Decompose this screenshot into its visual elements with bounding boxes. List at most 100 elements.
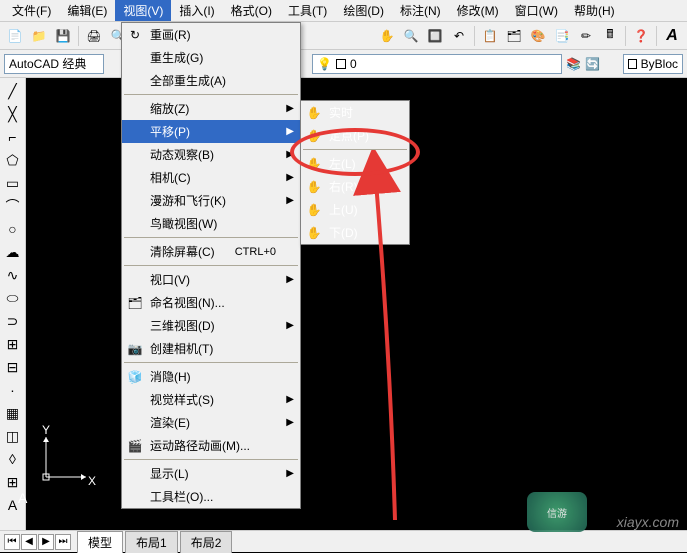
- menu-cleanscreen-label: 清除屏幕(C): [150, 243, 215, 260]
- region-tool[interactable]: ◊: [2, 448, 24, 470]
- pan-tool-button[interactable]: ✋: [376, 25, 398, 47]
- menu-view3d[interactable]: 三维视图(D) ▶: [122, 314, 300, 337]
- submenu-arrow-icon: ▶: [286, 149, 294, 160]
- zoom-window-button[interactable]: 🔲: [424, 25, 446, 47]
- menu-view[interactable]: 视图(V): [115, 0, 171, 21]
- menu-motion-path[interactable]: 🎬 运动路径动画(M)...: [122, 434, 300, 457]
- zoom-previous-button[interactable]: ↶: [448, 25, 470, 47]
- ellipse-arc-tool[interactable]: ⊃: [2, 310, 24, 332]
- hatch-tool[interactable]: ▦: [2, 402, 24, 424]
- motion-icon: 🎬: [126, 439, 144, 453]
- menu-zoom[interactable]: 缩放(Z) ▶: [122, 97, 300, 120]
- menu-birdview-label: 鸟瞰视图(W): [150, 215, 217, 232]
- menu-redraw[interactable]: ↻ 重画(R): [122, 23, 300, 46]
- arc-tool[interactable]: ⌒: [2, 195, 24, 217]
- menu-display-label: 显示(L): [150, 465, 189, 482]
- designcenter-button[interactable]: 🗂: [503, 25, 525, 47]
- menu-birdview[interactable]: 鸟瞰视图(W): [122, 212, 300, 235]
- layer-state-icon: 💡: [317, 57, 332, 71]
- menu-camera[interactable]: 相机(C) ▶: [122, 166, 300, 189]
- gradient-tool[interactable]: ◫: [2, 425, 24, 447]
- circle-tool[interactable]: ○: [2, 218, 24, 240]
- polygon-tool[interactable]: ⬠: [2, 149, 24, 171]
- xline-tool[interactable]: ╳: [2, 103, 24, 125]
- menu-file[interactable]: 文件(F): [4, 0, 59, 21]
- layer-manager-button[interactable]: 📚: [566, 57, 581, 71]
- properties-button[interactable]: 📋: [479, 25, 501, 47]
- open-button[interactable]: 📁: [28, 25, 50, 47]
- menu-redraw-label: 重画(R): [150, 26, 191, 43]
- menu-edit[interactable]: 编辑(E): [59, 0, 115, 21]
- tab-next-button[interactable]: ▶: [38, 534, 54, 550]
- submenu-pan-right[interactable]: ✋ 右(R): [301, 175, 409, 198]
- pan-right-label: 右(R): [329, 178, 358, 195]
- color-selector[interactable]: ByBloc: [623, 54, 683, 74]
- menu-orbit[interactable]: 动态观察(B) ▶: [122, 143, 300, 166]
- tab-last-button[interactable]: ⏭: [55, 534, 71, 550]
- menu-create-camera[interactable]: 📷 创建相机(T): [122, 337, 300, 360]
- tool-palettes-button[interactable]: 🎨: [527, 25, 549, 47]
- menu-format[interactable]: 格式(O): [223, 0, 280, 21]
- make-block-tool[interactable]: ⊟: [2, 356, 24, 378]
- menu-regen-all[interactable]: 全部重生成(A): [122, 69, 300, 92]
- menu-visual-styles[interactable]: 视觉样式(S) ▶: [122, 388, 300, 411]
- menu-cleanscreen[interactable]: 清除屏幕(C) CTRL+0: [122, 240, 300, 263]
- tab-model[interactable]: 模型: [77, 531, 123, 553]
- sheet-set-button[interactable]: 📑: [551, 25, 573, 47]
- tab-first-button[interactable]: ⏮: [4, 534, 20, 550]
- menu-render[interactable]: 渲染(E) ▶: [122, 411, 300, 434]
- rectangle-tool[interactable]: ▭: [2, 172, 24, 194]
- print-button[interactable]: 🖨: [83, 25, 105, 47]
- workspace-selector[interactable]: AutoCAD 经典: [4, 54, 104, 74]
- tab-layout1[interactable]: 布局1: [125, 531, 178, 553]
- menu-tools[interactable]: 工具(T): [280, 0, 335, 21]
- menu-named-views[interactable]: 🗂 命名视图(N)...: [122, 291, 300, 314]
- point-tool[interactable]: ·: [2, 379, 24, 401]
- tab-layout2[interactable]: 布局2: [180, 531, 233, 553]
- menu-dimension[interactable]: 标注(N): [392, 0, 449, 21]
- submenu-pan-left[interactable]: ✋ 左(L): [301, 152, 409, 175]
- menu-draw[interactable]: 绘图(D): [335, 0, 392, 21]
- color-label: ByBloc: [641, 57, 678, 71]
- menu-help[interactable]: 帮助(H): [566, 0, 623, 21]
- menu-window[interactable]: 窗口(W): [507, 0, 566, 21]
- menu-regen-label: 重生成(G): [150, 49, 203, 66]
- menu-hide[interactable]: 🧊 消隐(H): [122, 365, 300, 388]
- insert-block-tool[interactable]: ⊞: [2, 333, 24, 355]
- spline-tool[interactable]: ∿: [2, 264, 24, 286]
- menu-toolbars[interactable]: 工具栏(O)...: [122, 485, 300, 508]
- help-button[interactable]: ❓: [630, 25, 652, 47]
- new-button[interactable]: 📄: [4, 25, 26, 47]
- layer-selector[interactable]: 💡 0: [312, 54, 562, 74]
- tab-prev-button[interactable]: ◀: [21, 534, 37, 550]
- menu-viewport[interactable]: 视口(V) ▶: [122, 268, 300, 291]
- revcloud-tool[interactable]: ☁: [2, 241, 24, 263]
- zoom-realtime-button[interactable]: 🔍: [400, 25, 422, 47]
- menu-named-views-label: 命名视图(N)...: [150, 294, 225, 311]
- submenu-pan-up[interactable]: ✋ 上(U): [301, 198, 409, 221]
- layout-tabs: ⏮ ◀ ▶ ⏭ 模型 布局1 布局2: [0, 530, 687, 552]
- submenu-pan-down[interactable]: ✋ 下(D): [301, 221, 409, 244]
- cleanscreen-shortcut: CTRL+0: [235, 246, 276, 258]
- menu-display[interactable]: 显示(L) ▶: [122, 462, 300, 485]
- submenu-pan-realtime[interactable]: ✋ 实时: [301, 101, 409, 124]
- layer-color-swatch: [336, 59, 346, 69]
- menu-modify[interactable]: 修改(M): [449, 0, 507, 21]
- menu-pan[interactable]: 平移(P) ▶ ✋ 实时 ✋ 定点(P) ✋ 左(L) ✋ 右(R) ✋: [122, 120, 300, 143]
- calculator-button[interactable]: 🖩: [599, 25, 621, 47]
- menu-viewport-label: 视口(V): [150, 271, 190, 288]
- menu-regen[interactable]: 重生成(G): [122, 46, 300, 69]
- menu-orbit-label: 动态观察(B): [150, 146, 214, 163]
- polyline-tool[interactable]: ⌐: [2, 126, 24, 148]
- line-tool[interactable]: ╱: [2, 80, 24, 102]
- hand-icon: ✋: [305, 129, 323, 143]
- submenu-pan-point[interactable]: ✋ 定点(P): [301, 124, 409, 147]
- menu-regen-all-label: 全部重生成(A): [150, 72, 226, 89]
- markup-button[interactable]: ✏: [575, 25, 597, 47]
- layer-previous-button[interactable]: 🔄: [585, 57, 600, 71]
- text-style-button[interactable]: A: [661, 25, 683, 47]
- save-button[interactable]: 💾: [52, 25, 74, 47]
- menu-walkfly[interactable]: 漫游和飞行(K) ▶: [122, 189, 300, 212]
- menu-insert[interactable]: 插入(I): [171, 0, 222, 21]
- ellipse-tool[interactable]: ⬭: [2, 287, 24, 309]
